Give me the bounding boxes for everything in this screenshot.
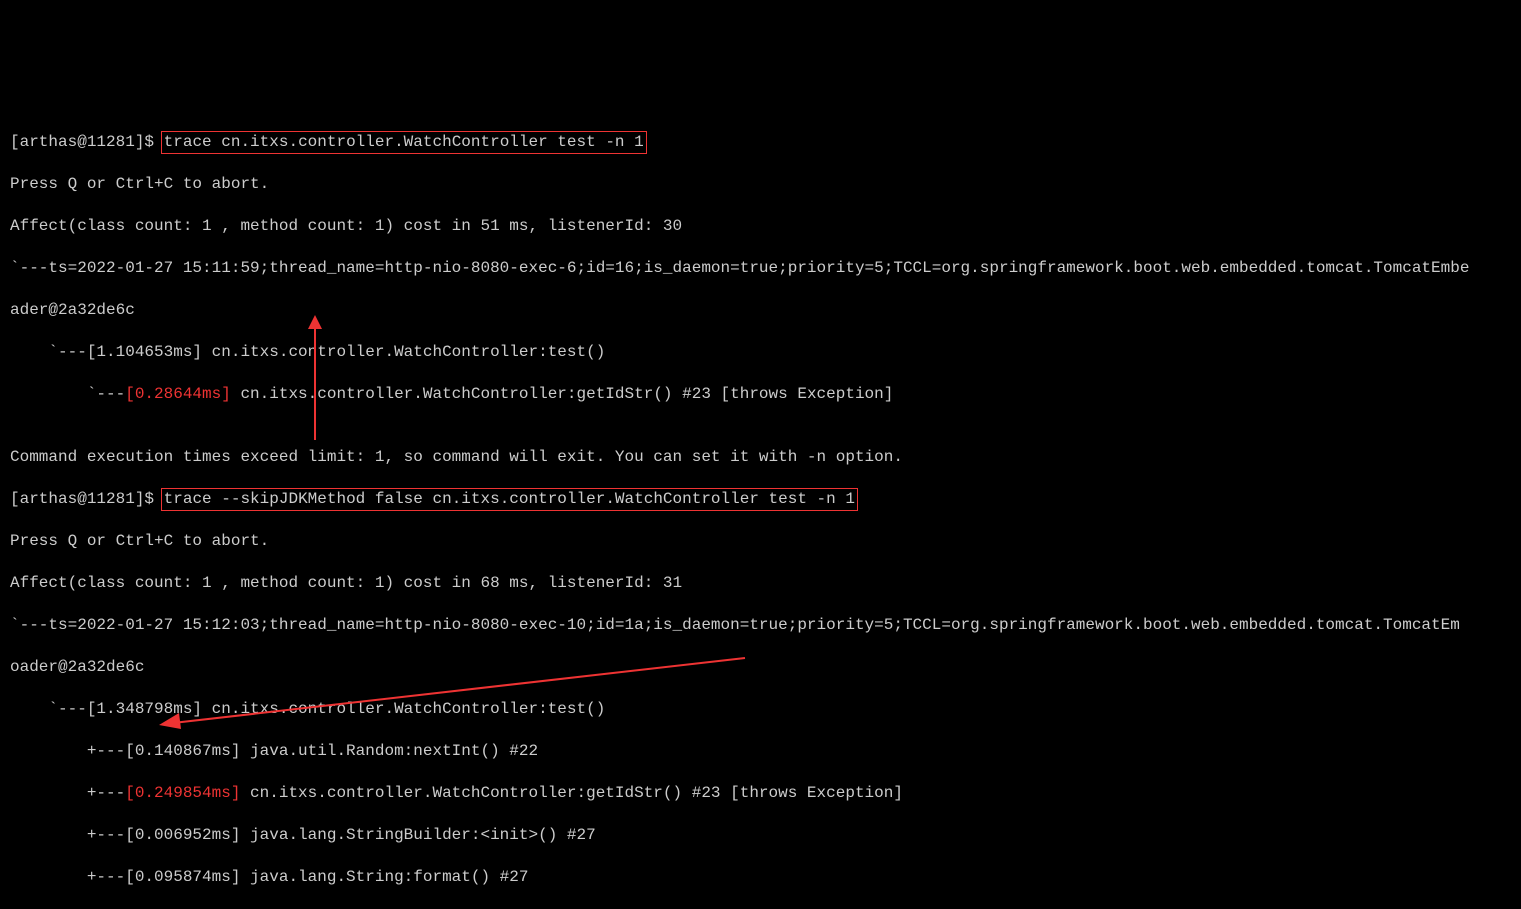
out-line: Press Q or Ctrl+C to abort. [10,174,1521,195]
out-line: Affect(class count: 1 , method count: 1)… [10,573,1521,594]
out-line: +---[0.095874ms] java.lang.String:format… [10,867,1521,888]
trace-suffix: cn.itxs.controller.WatchController:getId… [231,385,894,403]
out-line: `---[1.104653ms] cn.itxs.controller.Watc… [10,342,1521,363]
trace-prefix: `--- [10,385,125,403]
out-line-red: `---[0.28644ms] cn.itxs.controller.Watch… [10,384,1521,405]
out-line: +---[0.006952ms] java.lang.StringBuilder… [10,825,1521,846]
trace-ms: [0.249854ms] [125,784,240,802]
out-line: `---ts=2022-01-27 15:11:59;thread_name=h… [10,258,1521,279]
trace-prefix: +--- [10,784,125,802]
trace-suffix: cn.itxs.controller.WatchController:getId… [240,784,903,802]
trace-ms: [0.28644ms] [125,385,231,403]
out-line: Affect(class count: 1 , method count: 1)… [10,216,1521,237]
cmd-box-2: trace --skipJDKMethod false cn.itxs.cont… [161,488,858,511]
out-line-red: +---[0.249854ms] cn.itxs.controller.Watc… [10,783,1521,804]
arrow-annotation-1 [300,315,340,445]
out-line: `---[1.348798ms] cn.itxs.controller.Watc… [10,699,1521,720]
out-line: oader@2a32de6c [10,657,1521,678]
out-line: Press Q or Ctrl+C to abort. [10,531,1521,552]
cmd-line-1: [arthas@11281]$ trace cn.itxs.controller… [10,132,1521,153]
cmd-box-1: trace cn.itxs.controller.WatchController… [161,131,647,154]
out-line: `---ts=2022-01-27 15:12:03;thread_name=h… [10,615,1521,636]
out-line: +---[0.140867ms] java.util.Random:nextIn… [10,741,1521,762]
limit-line: Command execution times exceed limit: 1,… [10,447,1521,468]
prompt-2: [arthas@11281]$ [10,490,154,508]
cmd-line-2: [arthas@11281]$ trace --skipJDKMethod fa… [10,489,1521,510]
prompt-1: [arthas@11281]$ [10,133,154,151]
out-line: ader@2a32de6c [10,300,1521,321]
cmd-2: trace --skipJDKMethod false cn.itxs.cont… [164,490,855,508]
terminal[interactable]: [arthas@11281]$ trace cn.itxs.controller… [0,105,1521,804]
cmd-1: trace cn.itxs.controller.WatchController… [164,133,644,151]
